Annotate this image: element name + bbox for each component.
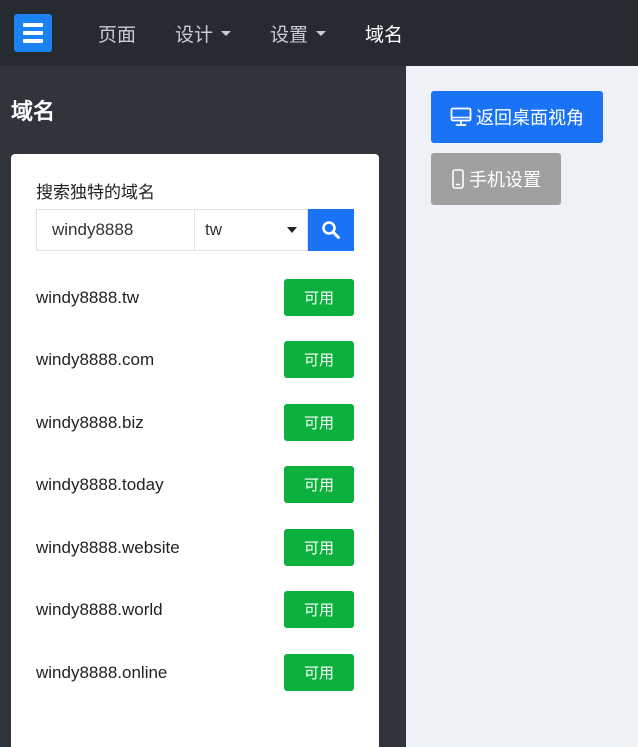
nav-item-label: 设置 xyxy=(270,24,309,46)
top-navbar: 页面 设计 设置 域名 xyxy=(0,0,638,66)
search-label: 搜索独特的域名 xyxy=(36,183,155,202)
tld-select[interactable]: tw xyxy=(194,209,308,251)
domain-name: windy8888.biz xyxy=(36,412,144,432)
tld-select-value: tw xyxy=(205,220,222,239)
search-button[interactable] xyxy=(308,209,354,251)
nav-item-label: 域名 xyxy=(365,24,404,46)
domain-result-row: windy8888.online 可用 xyxy=(36,654,354,691)
search-icon xyxy=(322,221,340,239)
nav-item-label: 设计 xyxy=(175,24,214,46)
domain-search-card: 搜索独特的域名 tw windy8888.tw 可用 windy8888.com… xyxy=(11,154,379,747)
nav-item-settings[interactable]: 设置 xyxy=(270,20,327,47)
domain-name: windy8888.website xyxy=(36,537,180,557)
monitor-icon xyxy=(450,107,472,127)
domain-result-row: windy8888.biz 可用 xyxy=(36,404,354,441)
chevron-down-icon xyxy=(316,30,327,36)
caret-down-icon xyxy=(287,227,297,233)
domain-name: windy8888.today xyxy=(36,474,164,494)
domain-result-row: windy8888.tw 可用 xyxy=(36,279,354,316)
nav-item-label: 页面 xyxy=(98,24,137,46)
domain-result-row: windy8888.com 可用 xyxy=(36,341,354,378)
domain-name: windy8888.com xyxy=(36,349,155,369)
sidebar-title: 域名 xyxy=(11,99,56,124)
available-button[interactable]: 可用 xyxy=(284,529,354,566)
domain-result-row: windy8888.today 可用 xyxy=(36,466,354,503)
main-nav: 页面 设计 设置 域名 xyxy=(98,20,442,47)
available-button[interactable]: 可用 xyxy=(284,654,354,691)
available-button[interactable]: 可用 xyxy=(284,341,354,378)
available-button[interactable]: 可用 xyxy=(284,404,354,441)
search-row: tw xyxy=(36,209,354,251)
desktop-button-label: 返回桌面视角 xyxy=(476,108,584,128)
nav-item-pages[interactable]: 页面 xyxy=(98,20,136,47)
domain-name: windy8888.online xyxy=(36,662,168,682)
domain-name: windy8888.world xyxy=(36,599,163,619)
domain-sidebar: 域名 搜索独特的域名 tw windy8888.tw 可用 windy8888.… xyxy=(0,66,406,747)
nav-item-design[interactable]: 设计 xyxy=(175,20,232,47)
mobile-phone-icon xyxy=(451,169,465,189)
domain-name: windy8888.tw xyxy=(36,287,140,307)
mobile-settings-button[interactable]: 手机设置 xyxy=(431,153,561,205)
menu-logo-icon[interactable] xyxy=(14,14,52,52)
mobile-button-label: 手机设置 xyxy=(469,170,541,190)
domain-search-input[interactable] xyxy=(36,209,194,251)
available-button[interactable]: 可用 xyxy=(284,279,354,316)
available-button[interactable]: 可用 xyxy=(284,591,354,628)
domain-result-row: windy8888.world 可用 xyxy=(36,591,354,628)
nav-item-domain[interactable]: 域名 xyxy=(365,20,403,47)
back-to-desktop-view-button[interactable]: 返回桌面视角 xyxy=(431,91,603,143)
domain-result-row: windy8888.website 可用 xyxy=(36,529,354,566)
available-button[interactable]: 可用 xyxy=(284,466,354,503)
chevron-down-icon xyxy=(221,30,232,36)
